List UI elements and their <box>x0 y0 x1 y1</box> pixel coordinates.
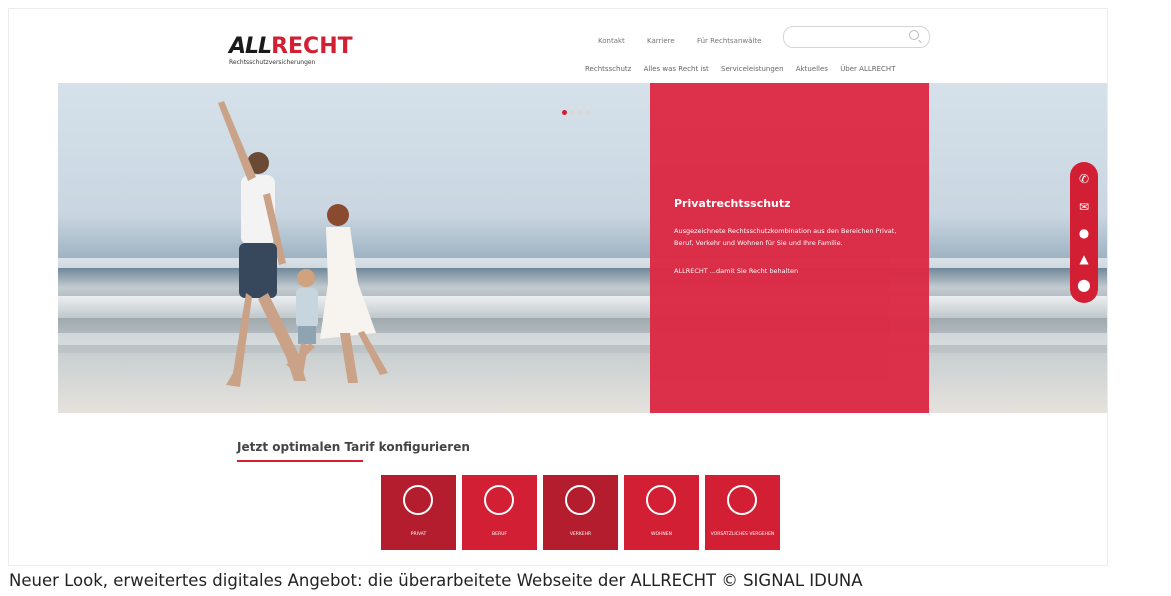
mail-icon[interactable]: ✉ <box>1070 200 1098 214</box>
tile-privat[interactable]: PRIVAT <box>381 475 456 550</box>
tile-verkehr[interactable]: VERKEHR <box>543 475 618 550</box>
location-icon[interactable]: ⬤ <box>1070 278 1098 292</box>
tile-beruf[interactable]: BERUF <box>462 475 537 550</box>
house-icon <box>646 485 676 515</box>
slider-dot-4[interactable] <box>586 110 591 115</box>
tile-label: PRIVAT <box>410 532 427 537</box>
hero-panel-title: Privatrechtsschutz <box>674 197 791 210</box>
allrecht-logo[interactable]: ALLRECHT Rechtsschutzversicherungen <box>229 36 369 67</box>
hero-panel-description: Ausgezeichnete Rechtsschutzkombination a… <box>674 227 897 247</box>
slider-dot-2[interactable] <box>570 110 575 115</box>
family-icon <box>403 485 433 515</box>
top-link-karriere[interactable]: Karriere <box>647 37 675 45</box>
tile-wohnen[interactable]: WOHNEN <box>624 475 699 550</box>
warning-icon[interactable]: ▲ <box>1070 252 1098 266</box>
nav-rechtsschutz[interactable]: Rechtsschutz <box>585 65 631 73</box>
tile-label: WOHNEN <box>651 532 672 537</box>
nav-alles-was-recht-ist[interactable]: Alles was Recht ist <box>644 65 709 73</box>
contact-sidebar: ✆ ✉ ● ▲ ⬤ <box>1070 162 1098 303</box>
phone-icon[interactable]: ✆ <box>1070 172 1098 186</box>
briefcase-icon <box>484 485 514 515</box>
slider-dot-3[interactable] <box>578 110 583 115</box>
browser-page: ALLRECHT Rechtsschutzversicherungen Kont… <box>8 8 1108 566</box>
tile-label: VORSÄTZLICHES VERGEHEN <box>710 532 775 537</box>
tile-label: VERKEHR <box>569 532 592 537</box>
nav-aktuelles[interactable]: Aktuelles <box>796 65 828 73</box>
top-links: Kontakt Karriere Für Rechtsanwälte <box>598 37 781 45</box>
logo-wordmark: ALLRECHT <box>229 36 369 58</box>
search-input[interactable] <box>794 34 908 45</box>
logo-subline: Rechtsschutzversicherungen <box>229 59 316 66</box>
tarif-heading: Jetzt optimalen Tarif konfigurieren <box>237 440 470 454</box>
top-link-rechtsanwaelte[interactable]: Für Rechtsanwälte <box>697 37 761 45</box>
heading-underline <box>237 460 363 462</box>
logo-black: ALL <box>229 34 272 59</box>
logo-red: RECHT <box>271 34 353 59</box>
nav-serviceleistungen[interactable]: Serviceleistungen <box>721 65 784 73</box>
person-icon[interactable]: ● <box>1070 226 1098 240</box>
search-icon[interactable] <box>909 30 919 40</box>
image-caption: Neuer Look, erweitertes digitales Angebo… <box>0 566 1171 596</box>
slider-dots <box>562 100 594 119</box>
nav-ueber-allrecht[interactable]: Über ALLRECHT <box>840 65 895 73</box>
tile-label: BERUF <box>492 532 507 537</box>
hero-info-panel[interactable]: Privatrechtsschutz Ausgezeichnete Rechts… <box>650 83 929 413</box>
search-box <box>783 26 930 48</box>
family-photo <box>218 101 388 387</box>
hero-banner[interactable] <box>58 83 1107 413</box>
tile-vorsaetzliches-vergehen[interactable]: VORSÄTZLICHES VERGEHEN <box>705 475 780 550</box>
hero-panel-tagline: ALLRECHT ...damit Sie Recht behalten <box>674 267 799 275</box>
top-link-kontakt[interactable]: Kontakt <box>598 37 625 45</box>
slider-dot-1[interactable] <box>562 110 567 115</box>
courthouse-icon <box>727 485 757 515</box>
main-nav: Rechtsschutz Alles was Recht ist Service… <box>585 65 905 73</box>
car-icon <box>565 485 595 515</box>
